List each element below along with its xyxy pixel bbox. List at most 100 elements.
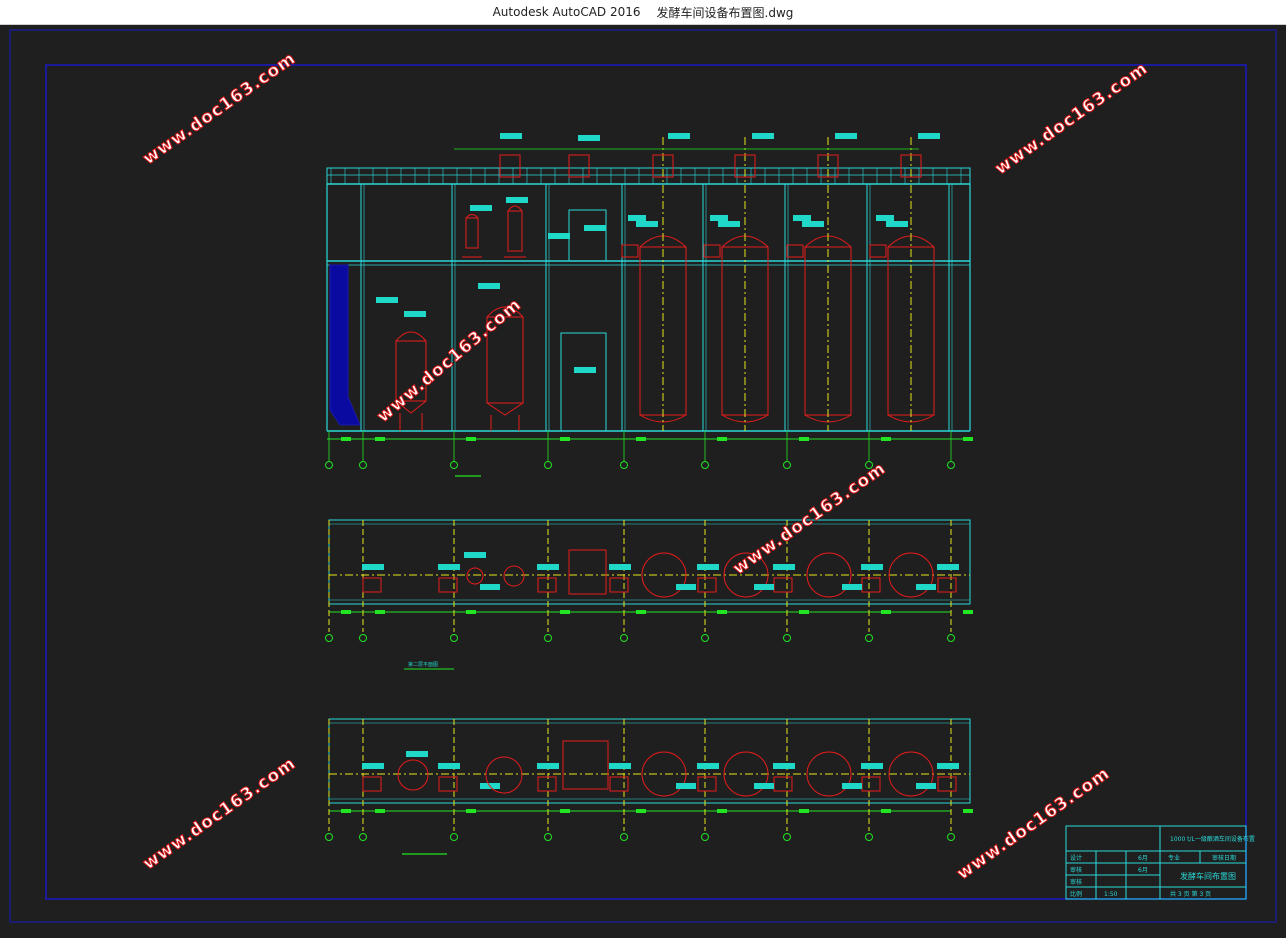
dimension-mark bbox=[881, 610, 891, 614]
watermark-4: www.doc163.com bbox=[729, 458, 889, 579]
equipment-label bbox=[697, 564, 719, 570]
equipment-label bbox=[916, 584, 936, 590]
equipment-label bbox=[886, 221, 908, 227]
roof-vessel bbox=[499, 154, 521, 178]
tb-drawing-name: 发酵车间布置图 bbox=[1180, 871, 1236, 881]
axis-bubble bbox=[544, 461, 552, 469]
pump-unit bbox=[621, 244, 639, 258]
dimension-mark bbox=[560, 610, 570, 614]
pump-plan bbox=[937, 577, 957, 593]
equipment-label bbox=[574, 367, 596, 373]
elevation-view bbox=[325, 133, 973, 477]
dimension-mark bbox=[341, 809, 351, 813]
tb-row3-label: 审核 bbox=[1070, 878, 1082, 886]
vessel-plan bbox=[503, 565, 525, 587]
equipment-label bbox=[578, 135, 600, 141]
dimension-mark bbox=[963, 437, 973, 441]
axis-bubble bbox=[325, 461, 333, 469]
dimension-mark bbox=[717, 809, 727, 813]
pump-unit bbox=[786, 244, 804, 258]
drawing-svg[interactable]: 第二层平面图 1000 t/L一级酿酒车间设备布置 专业 审核日期 发酵车间布置… bbox=[0, 25, 1286, 938]
dimension-mark bbox=[466, 610, 476, 614]
dimension-mark bbox=[881, 437, 891, 441]
tb-row4-label: 比例 bbox=[1070, 890, 1082, 898]
equipment-label bbox=[861, 763, 883, 769]
tb-row2-label: 审核 bbox=[1070, 866, 1082, 874]
equipment-label bbox=[406, 751, 428, 757]
equipment-label bbox=[537, 564, 559, 570]
tb-right-a: 专业 bbox=[1168, 854, 1180, 862]
fermenter-plan bbox=[641, 552, 687, 598]
plan-view-lower bbox=[325, 718, 973, 841]
axis-bubble bbox=[865, 833, 873, 841]
dimension-mark bbox=[466, 437, 476, 441]
equipment-label bbox=[438, 763, 460, 769]
tb-scale: 1:50 bbox=[1104, 891, 1118, 898]
pump-plan bbox=[697, 577, 717, 593]
pump-unit bbox=[869, 244, 887, 258]
door-upper bbox=[568, 209, 607, 262]
equipment-label bbox=[754, 783, 774, 789]
tb-project: 1000 t/L一级酿酒车间设备布置 bbox=[1170, 835, 1255, 843]
axis-bubble bbox=[947, 461, 955, 469]
equipment-label bbox=[752, 133, 774, 139]
pump-plan bbox=[697, 776, 717, 792]
dimension-mark bbox=[466, 809, 476, 813]
dimension-mark bbox=[717, 437, 727, 441]
axis-bubble bbox=[620, 634, 628, 642]
vessel-plan bbox=[466, 567, 484, 585]
pump-plan bbox=[537, 577, 557, 593]
equipment-label bbox=[470, 205, 492, 211]
tb-right-b: 审核日期 bbox=[1212, 854, 1236, 862]
pump-plan bbox=[609, 776, 629, 792]
equipment-label bbox=[876, 215, 894, 221]
watermark-5: www.doc163.com bbox=[139, 753, 299, 874]
dimension-mark bbox=[881, 809, 891, 813]
equipment-label bbox=[918, 133, 940, 139]
drawing-canvas[interactable]: 第二层平面图 1000 t/L一级酿酒车间设备布置 专业 审核日期 发酵车间布置… bbox=[0, 25, 1286, 938]
app-name: Autodesk AutoCAD 2016 bbox=[492, 5, 641, 19]
equipment-label bbox=[668, 133, 690, 139]
tb-row1-label: 设计 bbox=[1070, 854, 1082, 862]
watermark-1: www.doc163.com bbox=[139, 48, 299, 169]
axis-bubble bbox=[701, 833, 709, 841]
axis-bubble bbox=[450, 833, 458, 841]
axis-bubble bbox=[450, 634, 458, 642]
dimension-mark bbox=[963, 610, 973, 614]
equipment-label bbox=[937, 564, 959, 570]
dimension-mark bbox=[375, 437, 385, 441]
equipment-label bbox=[464, 552, 486, 558]
axis-bubble bbox=[544, 833, 552, 841]
dimension-mark bbox=[717, 610, 727, 614]
equipment-label bbox=[438, 564, 460, 570]
vessel-plan bbox=[397, 759, 429, 791]
equipment-frame bbox=[568, 549, 607, 595]
pump-plan bbox=[773, 776, 793, 792]
equipment-label bbox=[802, 221, 824, 227]
tb-row2-value: 6月 bbox=[1138, 867, 1148, 874]
equipment-label bbox=[916, 783, 936, 789]
dimension-mark bbox=[799, 809, 809, 813]
equipment-label bbox=[628, 215, 646, 221]
dimension-mark bbox=[375, 809, 385, 813]
equipment-label bbox=[636, 221, 658, 227]
equipment-label bbox=[754, 584, 774, 590]
roof-vessel bbox=[568, 154, 590, 178]
dimension-mark bbox=[636, 610, 646, 614]
axis-bubble bbox=[783, 833, 791, 841]
equipment-label bbox=[362, 564, 384, 570]
axis-bubble bbox=[359, 461, 367, 469]
axis-bubble bbox=[783, 634, 791, 642]
equipment-label bbox=[842, 584, 862, 590]
axis-bubble bbox=[359, 634, 367, 642]
axis-bubble bbox=[450, 461, 458, 469]
equipment-label bbox=[609, 564, 631, 570]
equipment-label bbox=[362, 763, 384, 769]
equipment-label bbox=[697, 763, 719, 769]
axis-bubble bbox=[947, 634, 955, 642]
equipment-label bbox=[548, 233, 570, 239]
equipment-label bbox=[835, 133, 857, 139]
equipment-label bbox=[710, 215, 728, 221]
dimension-mark bbox=[636, 809, 646, 813]
equipment-label bbox=[609, 763, 631, 769]
